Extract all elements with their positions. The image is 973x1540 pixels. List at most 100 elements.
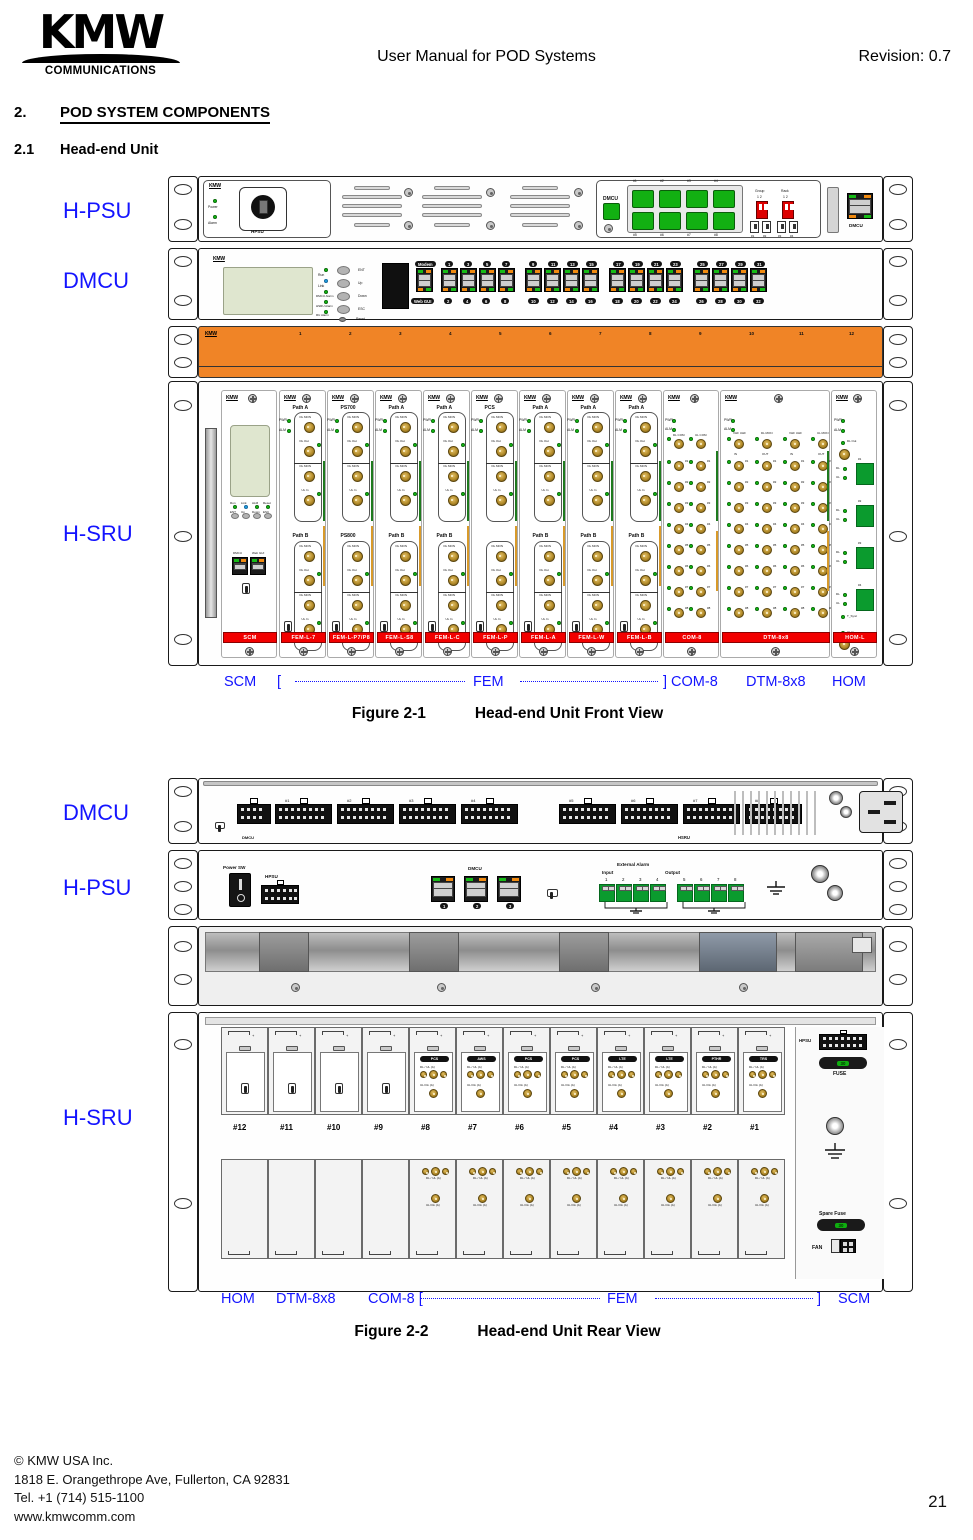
hsru-rear-lower-card-#6[interactable]: DL / UL (A) UL Div (A) bbox=[503, 1159, 550, 1259]
hsru-slot-fem-l-p[interactable]: KMW PCS PWR ALM DL MON DL Out DL MON UL In DL MO… bbox=[471, 390, 518, 658]
dmcu-key-7[interactable] bbox=[686, 212, 708, 230]
mini-switch-4[interactable] bbox=[789, 221, 798, 233]
dmcu-rj45-port-3[interactable] bbox=[460, 268, 477, 292]
hsru-rear-lower-card-#11[interactable] bbox=[268, 1159, 315, 1259]
dmcu-rear-port-3[interactable] bbox=[497, 876, 521, 902]
alarm-terminal-5[interactable] bbox=[677, 884, 693, 902]
dmcu-rear-console-port[interactable] bbox=[215, 822, 225, 832]
power-switch[interactable] bbox=[229, 873, 251, 907]
hsru-rear-upper-card-#6[interactable]: + PCS DL / UL (A) UL Div (A) bbox=[503, 1027, 550, 1115]
hsru-rear-lower-card-#7[interactable]: DL / UL (A) UL Div (A) bbox=[456, 1159, 503, 1259]
hsru-slot-fem-l-7[interactable]: KMW Path A Path B PWR ALM DL MON DL Out DL MON U… bbox=[279, 390, 326, 658]
alarm-terminal-1[interactable] bbox=[599, 884, 615, 902]
dmcu-rear-hsru-connector-6[interactable] bbox=[621, 804, 678, 824]
alarm-terminal-7[interactable] bbox=[711, 884, 727, 902]
hsru-slot-fem-l-p7/p8[interactable]: KMW PS700 PS800 PWR ALM DL MON DL Out DL MON UL … bbox=[327, 390, 374, 658]
hsru-rear-upper-card-#3[interactable]: + LTE DL / UL (A) UL Div (A) bbox=[644, 1027, 691, 1115]
hsru-slot-hom-l[interactable]: KMWPWRALMDL Out#1DLUL#2DLUL#3DLUL#4DLULU… bbox=[831, 390, 877, 658]
dmcu-rj45-port-7[interactable] bbox=[498, 268, 515, 292]
hsru-rear-upper-card-#1[interactable]: + TRS DL / UL (A) UL Div (A) bbox=[738, 1027, 785, 1115]
mini-switch-2[interactable] bbox=[762, 221, 771, 233]
hsru-rear-upper-card-#2[interactable]: + PTHR DL / UL (A) UL Div (A) bbox=[691, 1027, 738, 1115]
hpsu-dmcu-rj45-port[interactable] bbox=[847, 193, 873, 219]
hsru-slot-fem-l-a[interactable]: KMW Path A Path B PWR ALM DL MON DL Out DL MON U… bbox=[519, 390, 566, 658]
dmcu-rear-hsru-connector-4[interactable] bbox=[461, 804, 518, 824]
dmcu-key-5[interactable] bbox=[632, 212, 654, 230]
dmcu-key-6[interactable] bbox=[659, 212, 681, 230]
dmcu-rj45-port-29[interactable] bbox=[731, 268, 748, 292]
dmcu-rj45-port-27[interactable] bbox=[712, 268, 729, 292]
hsru-slot-fem-l-s8[interactable]: KMW Path A Path B PWR ALM DL MON DL Out DL MON U… bbox=[375, 390, 422, 658]
dmcu-rj45-port-11[interactable] bbox=[544, 268, 561, 292]
hsru-rear-lower-card-#9[interactable] bbox=[362, 1159, 409, 1259]
alarm-terminal-3[interactable] bbox=[633, 884, 649, 902]
footer-website[interactable]: www.kmwcomm.com bbox=[14, 1508, 290, 1527]
dmcu-down-button[interactable] bbox=[337, 292, 350, 301]
dmcu-up-button[interactable] bbox=[337, 279, 350, 288]
dmcu-reset-button[interactable] bbox=[339, 317, 346, 322]
hsru-rear-lower-card-#12[interactable] bbox=[221, 1159, 268, 1259]
hsru-rear-upper-card-#7[interactable]: + AWS DL / UL (A) UL Div (A) bbox=[456, 1027, 503, 1115]
dmcu-rear-port-1[interactable] bbox=[431, 876, 455, 902]
dmcu-rj45-port-17[interactable] bbox=[609, 268, 626, 292]
dmcu-rj45-port-9[interactable] bbox=[525, 268, 542, 292]
hpsu-breaker-knob[interactable] bbox=[251, 195, 275, 219]
dmcu-rear-hsru-connector-7[interactable] bbox=[683, 804, 740, 824]
hsru-rear-upper-card-#8[interactable]: + PCS DL / UL (A) UL Div (A) bbox=[409, 1027, 456, 1115]
hsru-rear-upper-card-#9[interactable]: + bbox=[362, 1027, 409, 1115]
hsru-rear-lower-card-#3[interactable]: DL / UL (A) UL Div (A) bbox=[644, 1159, 691, 1259]
dmcu-key-1[interactable] bbox=[632, 190, 654, 208]
iec-power-inlet[interactable] bbox=[859, 791, 903, 833]
hsru-slot-dtm-8x8[interactable]: KMW PWR ALM VHF UHF #1 #2 #3 #4 #5 #6 #7 #8 DL MON #1… bbox=[720, 390, 832, 658]
mini-switch-1[interactable] bbox=[750, 221, 759, 233]
dmcu-key-3[interactable] bbox=[686, 190, 708, 208]
dmcu-key-4[interactable] bbox=[713, 190, 735, 208]
fan-connector[interactable] bbox=[840, 1239, 856, 1253]
hsru-rear-upper-card-#4[interactable]: + LTE DL / UL (A) UL Div (A) bbox=[597, 1027, 644, 1115]
dmcu-rear-hsru-connector-5[interactable] bbox=[559, 804, 616, 824]
dmcu-rear-hsru-connector-1[interactable] bbox=[275, 804, 332, 824]
alarm-terminal-6[interactable] bbox=[694, 884, 710, 902]
hsru-rear-upper-card-#5[interactable]: + PCS DL / UL (A) UL Div (A) bbox=[550, 1027, 597, 1115]
hsru-slot-fem-l-b[interactable]: KMW Path A Path B PWR ALM DL MON DL Out DL MON U… bbox=[615, 390, 662, 658]
hsru-rear-lower-card-#4[interactable]: DL / UL (A) UL Div (A) bbox=[597, 1159, 644, 1259]
hpsu-handle[interactable] bbox=[827, 187, 839, 233]
dmcu-rj45-port-21[interactable] bbox=[647, 268, 664, 292]
dmcu-rear-port-2[interactable] bbox=[464, 876, 488, 902]
dmcu-psu-main-key[interactable] bbox=[603, 203, 620, 220]
hpsu-rear-power-connector[interactable] bbox=[261, 885, 299, 904]
hpsu-rear-aux-port[interactable] bbox=[547, 889, 558, 899]
dmcu-rj45-port-31[interactable] bbox=[750, 268, 767, 292]
dmcu-rj45-port-23[interactable] bbox=[666, 268, 683, 292]
hsru-rear-lower-card-#5[interactable]: DL / UL (A) UL Div (A) bbox=[550, 1159, 597, 1259]
mini-switch-3[interactable] bbox=[777, 221, 786, 233]
dmcu-key-2[interactable] bbox=[659, 190, 681, 208]
dmcu-rj45-port-1[interactable] bbox=[441, 268, 458, 292]
dmcu-esc-button[interactable] bbox=[337, 305, 350, 314]
hsru-slot-fem-l-w[interactable]: KMW Path A Path B PWR ALM DL MON DL Out DL MON U… bbox=[567, 390, 614, 658]
dmcu-rj45-port-19[interactable] bbox=[628, 268, 645, 292]
hsru-rear-upper-card-#10[interactable]: + bbox=[315, 1027, 362, 1115]
hsru-slot-fem-l-c[interactable]: KMW Path A Path B PWR ALM DL MON DL Out DL MON U… bbox=[423, 390, 470, 658]
hsru-rear-upper-card-#12[interactable]: + bbox=[221, 1027, 268, 1115]
alarm-terminal-2[interactable] bbox=[616, 884, 632, 902]
main-fuse[interactable]: 30 bbox=[819, 1057, 867, 1069]
dmcu-rj45-port-5[interactable] bbox=[479, 268, 496, 292]
spare-fuse[interactable]: 30 bbox=[817, 1219, 865, 1231]
hsru-rear-lower-card-#8[interactable]: DL / UL (A) UL Div (A) bbox=[409, 1159, 456, 1259]
hsru-rear-upper-card-#11[interactable]: + bbox=[268, 1027, 315, 1115]
dmcu-rear-hsru-connector-2[interactable] bbox=[337, 804, 394, 824]
hsru-slot-scm[interactable]: KMW Run ENT Link Up ALM Down Reset ESC DMCU Web GU… bbox=[221, 390, 277, 658]
hsru-slot-com-8[interactable]: KMW PWR ALM DL COM #1 #2 #3 #4 #5 #6 #7 #8 UL COM #1 #… bbox=[663, 390, 719, 658]
dmcu-rear-hsru-connector-3[interactable] bbox=[399, 804, 456, 824]
alarm-terminal-4[interactable] bbox=[650, 884, 666, 902]
dmcu-rear-dmcu-connector[interactable] bbox=[237, 804, 271, 824]
dmcu-rj45-port-13[interactable] bbox=[563, 268, 580, 292]
dmcu-ent-button[interactable] bbox=[337, 266, 350, 275]
dmcu-modem-port[interactable] bbox=[416, 268, 433, 292]
hsru-rear-lower-card-#10[interactable] bbox=[315, 1159, 362, 1259]
hsru-rear-lower-card-#1[interactable]: DL / UL (A) UL Div (A) bbox=[738, 1159, 785, 1259]
dip-switch-rack[interactable] bbox=[782, 201, 794, 219]
hsru-rear-lower-card-#2[interactable]: DL / UL (A) UL Div (A) bbox=[691, 1159, 738, 1259]
dmcu-rj45-port-15[interactable] bbox=[582, 268, 599, 292]
